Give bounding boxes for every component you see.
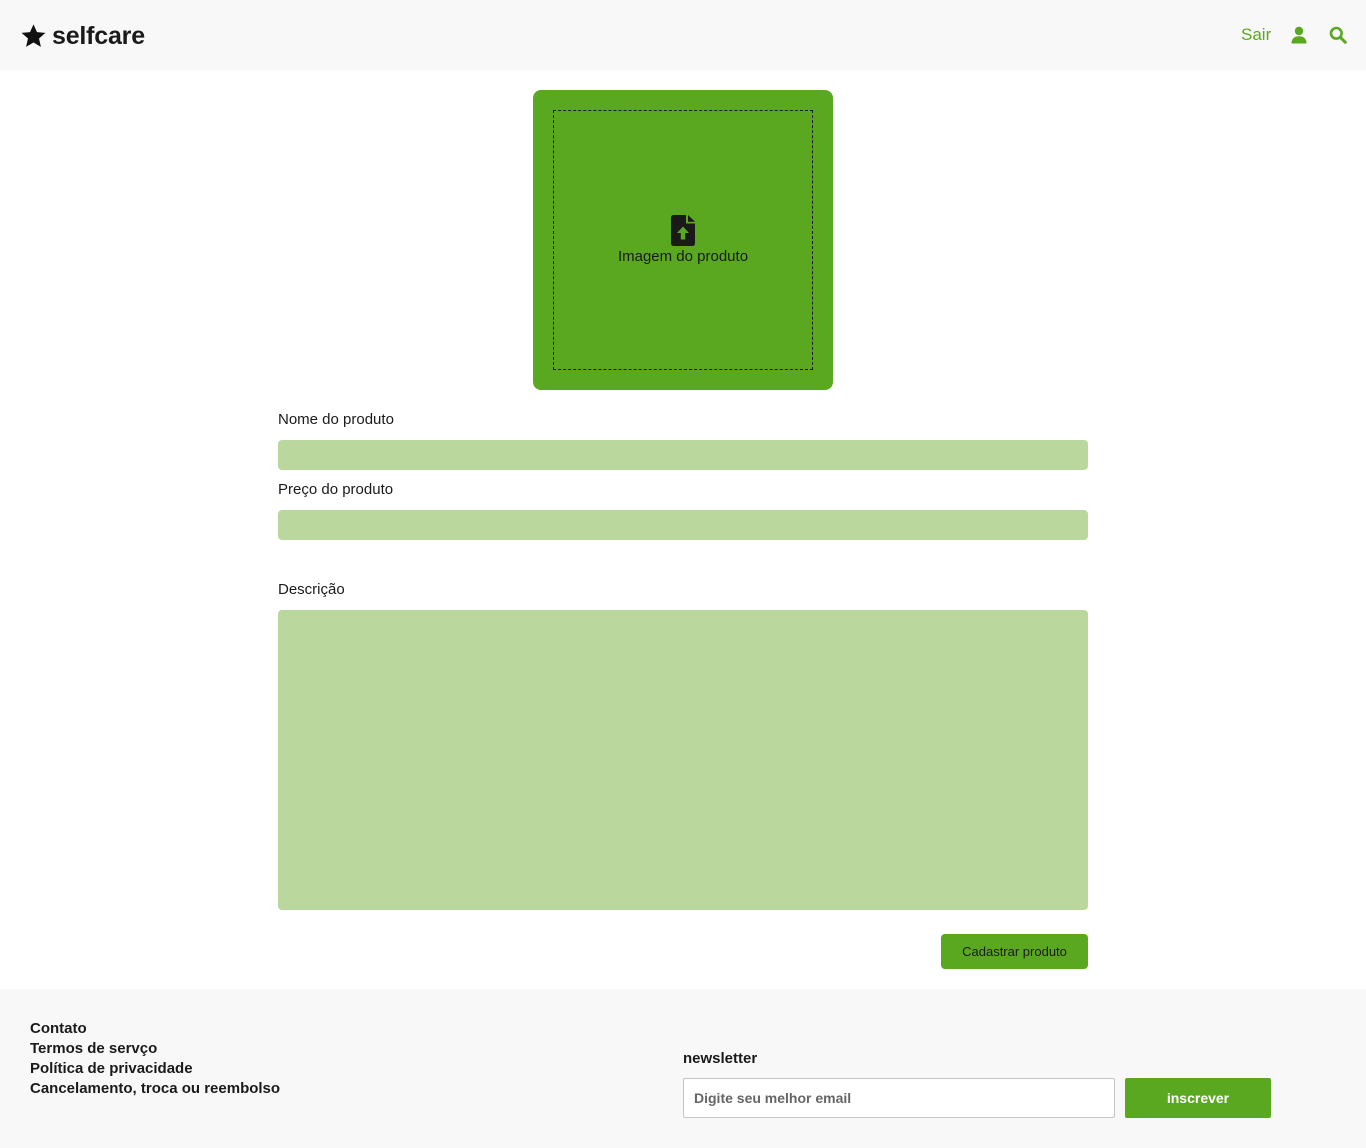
- product-name-input[interactable]: [278, 440, 1088, 470]
- newsletter-email-input[interactable]: [683, 1078, 1115, 1118]
- footer-links: Contato Termos de servço Política de pri…: [30, 1019, 280, 1099]
- subscribe-button[interactable]: inscrever: [1125, 1078, 1271, 1118]
- description-textarea[interactable]: [278, 610, 1088, 910]
- file-upload-icon: [671, 215, 695, 246]
- page-footer: Contato Termos de servço Política de pri…: [0, 989, 1366, 1148]
- upload-label: Imagem do produto: [617, 248, 749, 265]
- product-price-input[interactable]: [278, 510, 1088, 540]
- product-price-label: Preço do produto: [278, 481, 394, 498]
- brand-logo[interactable]: selfcare: [20, 21, 145, 51]
- footer-link-refund[interactable]: Cancelamento, troca ou reembolso: [30, 1079, 280, 1099]
- footer-link-terms[interactable]: Termos de servço: [30, 1039, 280, 1059]
- product-image-upload[interactable]: Imagem do produto: [533, 90, 833, 390]
- description-label: Descrição: [278, 581, 345, 598]
- product-name-label: Nome do produto: [278, 411, 394, 428]
- newsletter-title: newsletter: [683, 1050, 758, 1067]
- brand-name: selfcare: [52, 22, 145, 50]
- star-icon: [21, 23, 46, 47]
- top-header: selfcare Sair: [0, 0, 1366, 70]
- logout-link[interactable]: Sair: [1241, 24, 1271, 46]
- footer-link-privacy[interactable]: Política de privacidade: [30, 1059, 280, 1079]
- footer-link-contact[interactable]: Contato: [30, 1019, 280, 1039]
- search-icon[interactable]: [1329, 26, 1347, 44]
- user-icon[interactable]: [1290, 26, 1308, 44]
- register-product-button[interactable]: Cadastrar produto: [941, 934, 1088, 969]
